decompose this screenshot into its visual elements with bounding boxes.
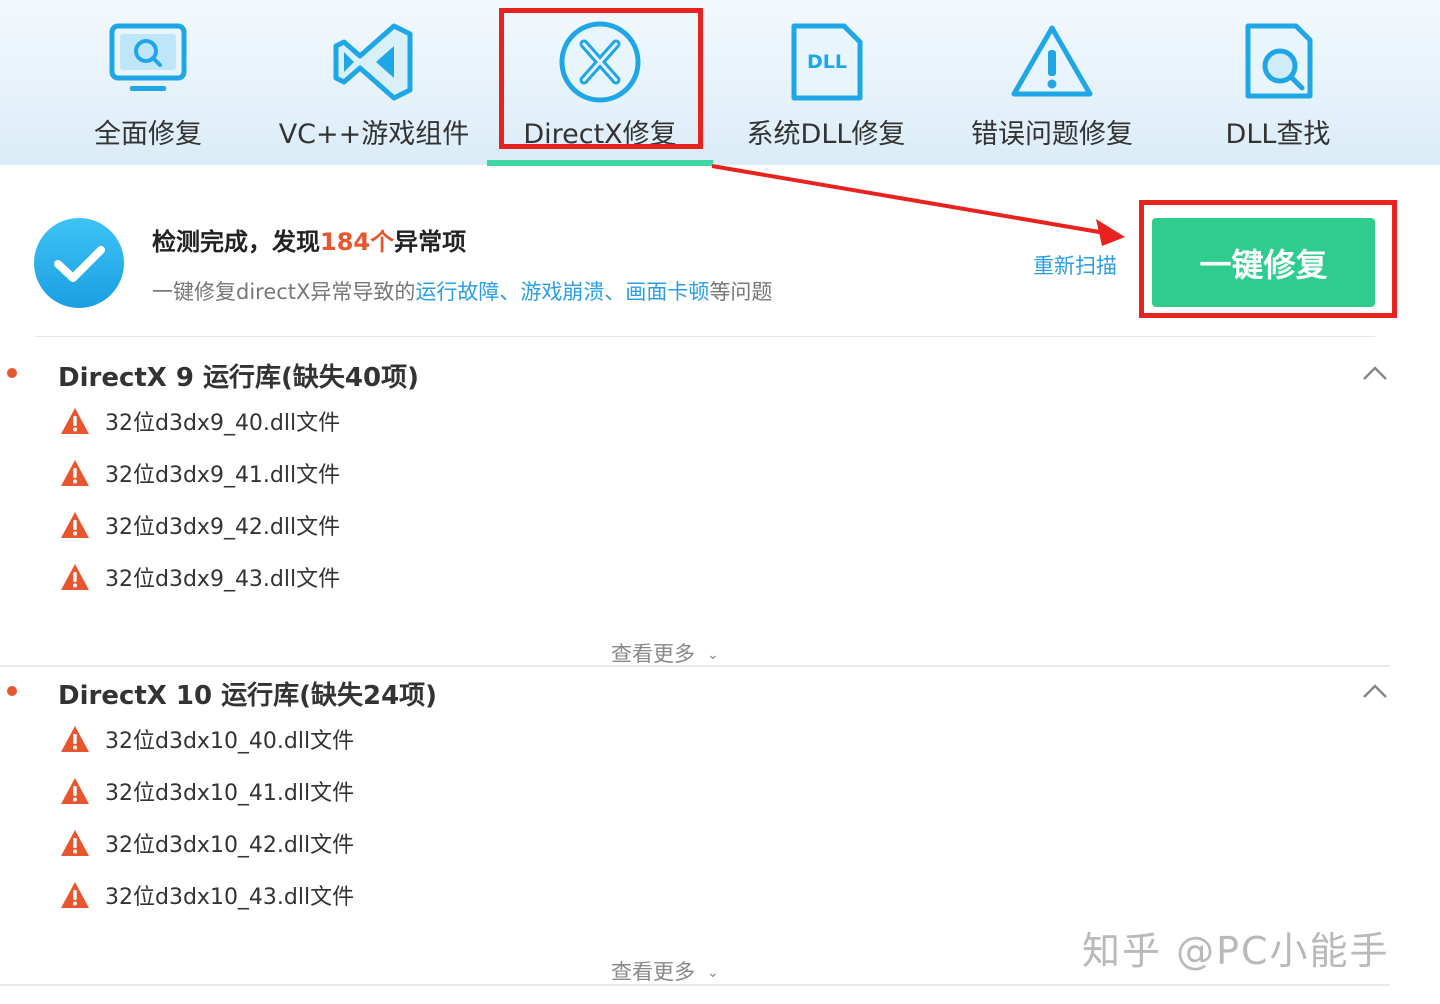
tab-error-repair[interactable]: 错误问题修复	[939, 0, 1165, 165]
scan-result-headline: 检测完成，发现184个异常项	[152, 222, 466, 257]
tab-full-repair[interactable]: 全面修复	[35, 0, 261, 165]
missing-file-name: 32位d3dx9_40.dll文件	[105, 411, 341, 436]
headline-suffix: 异常项	[394, 228, 467, 256]
missing-file-name: 32位d3dx10_40.dll文件	[105, 729, 355, 754]
anomaly-count: 184个	[320, 228, 395, 256]
divider	[35, 336, 1375, 337]
description-suffix: 等问题	[709, 280, 773, 304]
collapse-chevron-icon[interactable]	[1362, 365, 1388, 381]
tab-label: 全面修复	[94, 119, 202, 150]
collapse-chevron-icon[interactable]	[1362, 683, 1388, 699]
section-bullet	[7, 368, 17, 378]
warning-triangle-icon	[61, 830, 89, 856]
visual-studio-icon	[333, 23, 413, 101]
tab-directx-repair[interactable]: DirectX修复	[487, 0, 713, 166]
section-title: DirectX 10 运行库(缺失24项)	[58, 681, 438, 711]
svg-text:DLL: DLL	[807, 51, 847, 73]
toolbar: 全面修复 VC++游戏组件 DirectX修复 DLL 系统DLL修复 错误问题…	[0, 0, 1440, 166]
view-more-label: 查看更多	[611, 642, 695, 666]
tab-label: 错误问题修复	[971, 119, 1133, 150]
missing-file-name: 32位d3dx10_41.dll文件	[105, 781, 355, 806]
scan-result-description: 一键修复directX异常导致的运行故障、游戏崩溃、画面卡顿等问题	[152, 276, 772, 306]
tab-label: DirectX修复	[523, 119, 677, 150]
tab-dll-search[interactable]: DLL查找	[1165, 0, 1391, 165]
view-more-label: 查看更多	[611, 960, 695, 984]
missing-file-name: 32位d3dx9_43.dll文件	[105, 567, 341, 592]
missing-file-name: 32位d3dx9_42.dll文件	[105, 515, 341, 540]
section-divider	[0, 665, 1390, 667]
warning-triangle-icon	[61, 512, 89, 538]
check-circle-icon	[34, 218, 124, 308]
warning-triangle-icon	[61, 408, 89, 434]
tab-label: VC++游戏组件	[278, 119, 470, 150]
missing-file-name: 32位d3dx10_43.dll文件	[105, 885, 355, 910]
double-chevron-down-icon: ⌄	[707, 965, 719, 981]
missing-file-name: 32位d3dx9_41.dll文件	[105, 463, 341, 488]
section-title: DirectX 9 运行库(缺失40项)	[58, 363, 419, 393]
double-chevron-down-icon: ⌄	[707, 647, 719, 663]
headline-prefix: 检测完成，发现	[152, 228, 320, 256]
tab-vc-components[interactable]: VC++游戏组件	[261, 0, 487, 165]
warning-triangle-icon	[61, 726, 89, 752]
active-tab-indicator	[487, 160, 713, 166]
warning-triangle-icon	[61, 778, 89, 804]
monitor-search-icon	[109, 23, 187, 91]
warning-triangle-icon	[61, 460, 89, 486]
watermark: 知乎 @PC小能手	[1082, 929, 1390, 973]
annotation-arrow	[711, 164, 1125, 246]
description-prefix: 一键修复directX异常导致的	[152, 280, 416, 304]
view-more-link[interactable]: 查看更多 ⌄	[611, 638, 719, 668]
section-divider	[0, 984, 1390, 986]
rescan-link[interactable]: 重新扫描	[1033, 250, 1117, 280]
section-bullet	[7, 686, 17, 696]
warning-icon	[1011, 25, 1093, 97]
directx-icon	[559, 21, 641, 103]
tab-system-dll-repair[interactable]: DLL 系统DLL修复	[713, 0, 939, 165]
tab-label: DLL查找	[1225, 119, 1331, 150]
file-search-icon	[1245, 23, 1313, 99]
view-more-link[interactable]: 查看更多 ⌄	[611, 956, 719, 986]
warning-triangle-icon	[61, 564, 89, 590]
warning-triangle-icon	[61, 882, 89, 908]
tab-label: 系统DLL修复	[746, 119, 906, 150]
dll-file-icon: DLL	[791, 23, 863, 101]
one-click-repair-button[interactable]: 一键修复	[1152, 218, 1375, 307]
missing-file-name: 32位d3dx10_42.dll文件	[105, 833, 355, 858]
issue-keywords: 运行故障、游戏崩溃、画面卡顿	[415, 280, 710, 304]
